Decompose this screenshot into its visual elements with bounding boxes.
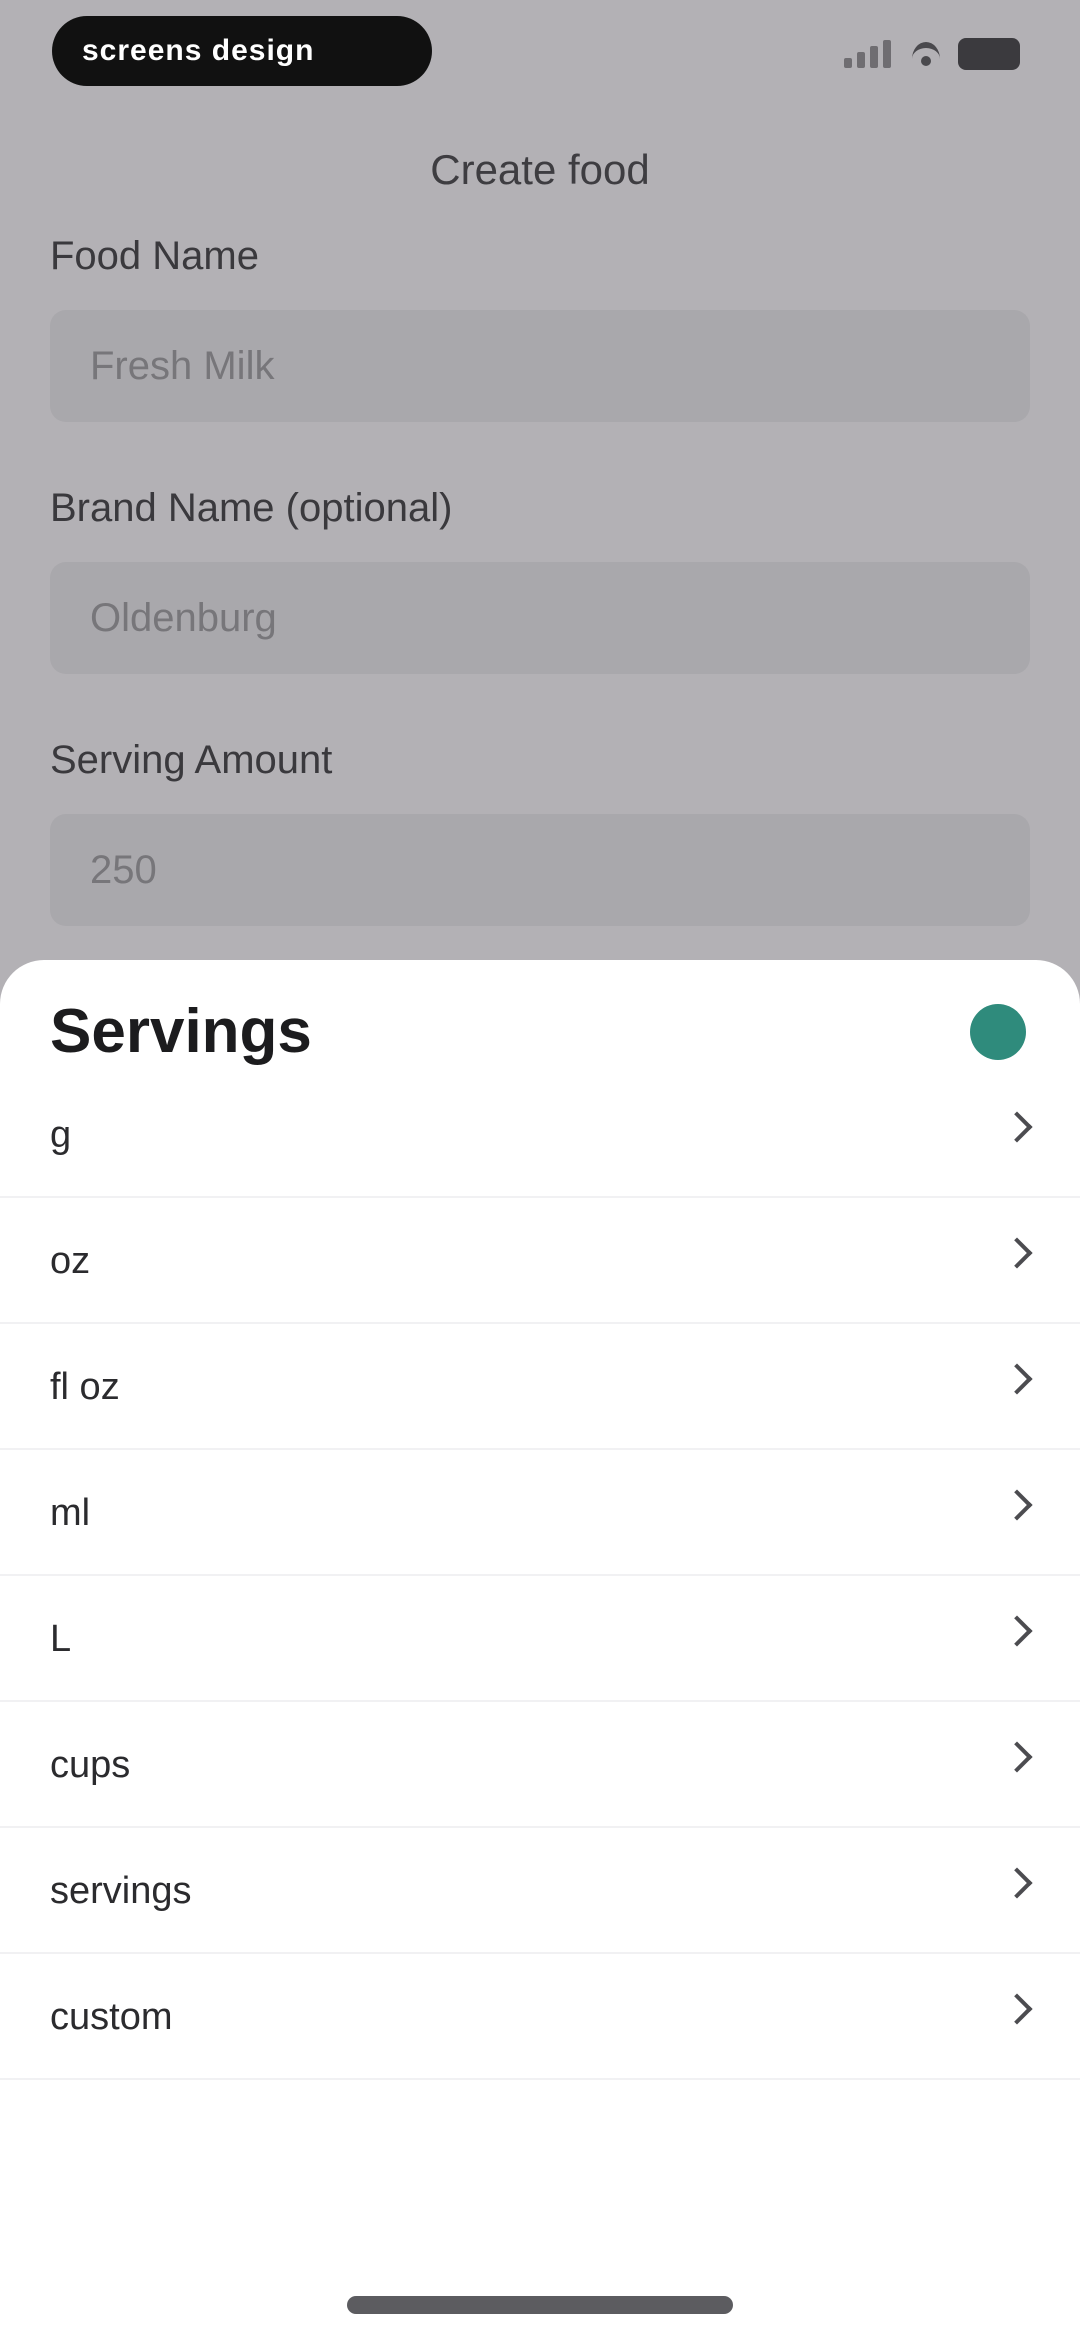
option-cups[interactable]: cups: [0, 1702, 1080, 1828]
servings-list: g oz fl oz ml L cups servings custom: [0, 1072, 1080, 2080]
signal-icon: [844, 40, 894, 68]
chevron-right-icon: [1001, 1867, 1033, 1899]
serving-amount-input[interactable]: 250: [50, 814, 1030, 926]
option-ml[interactable]: ml: [0, 1450, 1080, 1576]
option-g[interactable]: g: [0, 1072, 1080, 1198]
screen-recording-pill: screens design: [52, 16, 432, 86]
chevron-right-icon: [1001, 1237, 1033, 1269]
page-title: Create food: [430, 146, 650, 193]
chevron-right-icon: [1001, 1993, 1033, 2025]
sheet-title: Servings: [50, 997, 312, 1066]
option-label: fl oz: [50, 1366, 120, 1408]
status-icons: [844, 38, 1020, 70]
option-servings[interactable]: servings: [0, 1828, 1080, 1954]
option-oz[interactable]: oz: [0, 1198, 1080, 1324]
brand-name-label: Brand Name (optional): [50, 486, 453, 530]
option-custom[interactable]: custom: [0, 1954, 1080, 2080]
option-label: L: [50, 1618, 72, 1660]
food-name-label: Food Name: [50, 234, 259, 278]
option-label: oz: [50, 1240, 91, 1282]
chevron-right-icon: [1001, 1741, 1033, 1773]
serving-amount-label: Serving Amount: [50, 738, 333, 782]
brand-name-input[interactable]: Oldenburg: [50, 562, 1030, 674]
option-label: ml: [50, 1492, 91, 1534]
option-fl-oz[interactable]: fl oz: [0, 1324, 1080, 1450]
option-label: servings: [50, 1870, 192, 1912]
home-indicator[interactable]: [347, 2296, 733, 2314]
chevron-right-icon: [1001, 1615, 1033, 1647]
chevron-right-icon: [1001, 1363, 1033, 1395]
chevron-right-icon: [1001, 1111, 1033, 1143]
option-label: g: [50, 1114, 72, 1156]
wifi-icon: [908, 40, 944, 68]
option-label: custom: [50, 1996, 173, 2038]
close-button[interactable]: [970, 1004, 1026, 1060]
option-label: cups: [50, 1744, 131, 1786]
servings-sheet: Servings g oz fl oz ml L cups servings c…: [0, 960, 1080, 2336]
option-l[interactable]: L: [0, 1576, 1080, 1702]
battery-icon: [958, 38, 1020, 70]
chevron-right-icon: [1001, 1489, 1033, 1521]
status-bar: screens design: [0, 0, 1080, 110]
food-name-input[interactable]: Fresh Milk: [50, 310, 1030, 422]
